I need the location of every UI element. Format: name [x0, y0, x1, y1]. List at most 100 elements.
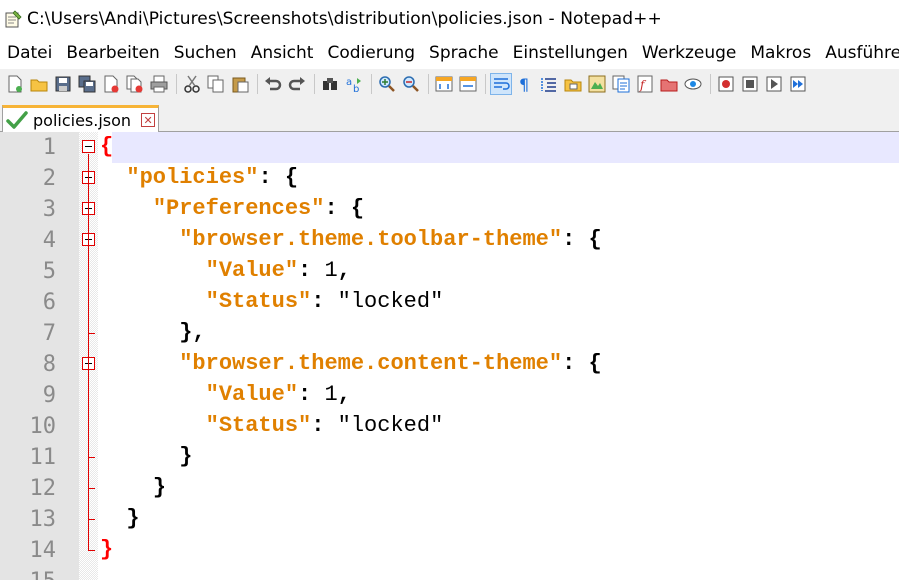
monitor-icon[interactable]: [683, 74, 703, 94]
zoom-out-icon[interactable]: [401, 74, 421, 94]
close-all-icon[interactable]: [125, 74, 145, 94]
menu-ausführen[interactable]: Ausführen: [818, 37, 899, 69]
code-line[interactable]: 5 "Value": 1,: [0, 256, 899, 287]
line-number: 5: [42, 259, 56, 284]
redo-icon[interactable]: [287, 74, 307, 94]
line-code: "Value": 1,: [205, 382, 351, 407]
record-macro-icon[interactable]: [716, 74, 736, 94]
notepad-plus-plus-icon: [4, 9, 22, 28]
indent-guide-icon[interactable]: [539, 74, 559, 94]
line-code: "Preferences": {: [152, 196, 365, 221]
code-line[interactable]: 11 }: [0, 442, 899, 473]
line-number: 12: [29, 476, 57, 501]
code-line[interactable]: 4 "browser.theme.toolbar-theme": {: [0, 225, 899, 256]
toolbar-separator: [485, 74, 486, 94]
fold-end-marker: [88, 457, 95, 458]
line-number: 14: [29, 538, 57, 563]
line-code: }: [152, 475, 167, 500]
svg-text:¶: ¶: [519, 75, 529, 93]
run-macro-multiple-icon[interactable]: [788, 74, 808, 94]
fold-toggle-icon[interactable]: [82, 140, 95, 153]
code-line[interactable]: 13 }: [0, 504, 899, 535]
line-number: 2: [42, 166, 56, 191]
show-all-chars-icon[interactable]: ¶: [515, 74, 535, 94]
window-title: C:\Users\Andi\Pictures\Screenshots\distr…: [27, 8, 662, 29]
code-line[interactable]: 9 "Value": 1,: [0, 380, 899, 411]
new-file-icon[interactable]: [5, 74, 25, 94]
cut-icon[interactable]: [182, 74, 202, 94]
code-line[interactable]: 2 "policies": {: [0, 163, 899, 194]
toolbar-separator: [710, 74, 711, 94]
toolbar-separator: [314, 74, 315, 94]
close-tab-icon[interactable]: ✕: [141, 113, 156, 127]
close-icon[interactable]: [101, 74, 121, 94]
fold-guide: [88, 154, 89, 550]
fold-end-marker: [88, 550, 95, 551]
paste-icon[interactable]: [230, 74, 250, 94]
code-line[interactable]: 8 "browser.theme.content-theme": {: [0, 349, 899, 380]
line-code: }: [179, 444, 193, 469]
code-line[interactable]: 15: [0, 566, 899, 580]
folder-as-workspace-icon[interactable]: [563, 74, 583, 94]
toolbar-separator: [371, 74, 372, 94]
function-list-icon[interactable]: f: [635, 74, 655, 94]
code-line[interactable]: 10 "Status": "locked": [0, 411, 899, 442]
menu-suchen[interactable]: Suchen: [167, 37, 244, 69]
line-number: 9: [42, 383, 56, 408]
tab-policies-json[interactable]: policies.json ✕: [2, 105, 159, 132]
sync-vertical-icon[interactable]: [434, 74, 454, 94]
menu-bearbeiten[interactable]: Bearbeiten: [59, 37, 166, 69]
zoom-in-icon[interactable]: [377, 74, 397, 94]
line-code: {: [100, 134, 114, 159]
menu-makros[interactable]: Makros: [743, 37, 818, 69]
line-number: 13: [29, 507, 57, 532]
replace-icon[interactable]: ab: [344, 74, 364, 94]
line-code: "browser.theme.content-theme": {: [179, 351, 602, 376]
line-code: "browser.theme.toolbar-theme": {: [179, 227, 602, 252]
code-line[interactable]: 3 "Preferences": {: [0, 194, 899, 225]
code-line[interactable]: 6 "Status": "locked": [0, 287, 899, 318]
line-code: "policies": {: [126, 165, 299, 190]
code-line[interactable]: 12 }: [0, 473, 899, 504]
open-file-icon[interactable]: [29, 74, 49, 94]
code-line[interactable]: 7 },: [0, 318, 899, 349]
line-number: 8: [42, 352, 56, 377]
play-macro-icon[interactable]: [764, 74, 784, 94]
print-icon[interactable]: [149, 74, 169, 94]
line-code: }: [126, 506, 140, 531]
editor[interactable]: 1{2 "policies": {3 "Preferences": {4 "br…: [0, 132, 899, 580]
line-number: 10: [29, 414, 57, 439]
line-number: 6: [42, 290, 56, 315]
title-bar: C:\Users\Andi\Pictures\Screenshots\distr…: [0, 0, 899, 37]
word-wrap-icon[interactable]: [490, 73, 512, 95]
line-number: 11: [29, 445, 57, 470]
document-list-icon[interactable]: [611, 74, 631, 94]
stop-macro-icon[interactable]: [740, 74, 760, 94]
saved-checkmark-icon: [6, 110, 28, 130]
sync-horizontal-icon[interactable]: [458, 74, 478, 94]
toolbar: ab ¶ f: [0, 69, 899, 99]
line-code: },: [179, 320, 206, 345]
menu-codierung[interactable]: Codierung: [320, 37, 422, 69]
document-map-icon[interactable]: [587, 74, 607, 94]
code-line[interactable]: 1{: [0, 132, 899, 163]
menu-werkzeuge[interactable]: Werkzeuge: [635, 37, 744, 69]
line-code: "Value": 1,: [205, 258, 351, 283]
copy-icon[interactable]: [206, 74, 226, 94]
code-line[interactable]: 14}: [0, 535, 899, 566]
line-number: 1: [42, 135, 56, 160]
fold-end-marker: [88, 519, 95, 520]
save-icon[interactable]: [53, 74, 73, 94]
save-all-icon[interactable]: [77, 74, 97, 94]
menu-sprache[interactable]: Sprache: [422, 37, 506, 69]
menu-einstellungen[interactable]: Einstellungen: [506, 37, 635, 69]
open-folder-icon[interactable]: [659, 74, 679, 94]
menu-datei[interactable]: Datei: [0, 37, 59, 69]
toolbar-separator: [257, 74, 258, 94]
line-code: "Status": "locked": [205, 413, 444, 438]
undo-icon[interactable]: [263, 74, 283, 94]
line-number: 7: [42, 321, 56, 346]
svg-text:b: b: [353, 84, 359, 93]
find-icon[interactable]: [320, 74, 340, 94]
menu-ansicht[interactable]: Ansicht: [244, 37, 321, 69]
